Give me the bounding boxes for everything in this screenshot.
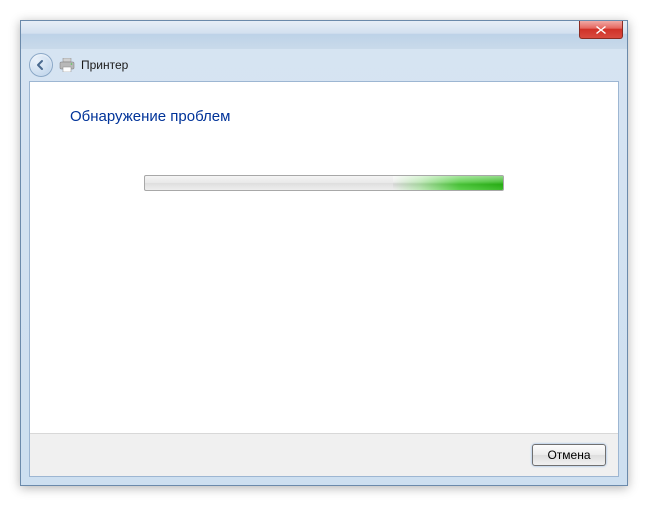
progress-container: [70, 175, 578, 191]
close-icon: [595, 25, 607, 35]
back-arrow-icon: [35, 59, 47, 71]
window-title: Принтер: [81, 58, 128, 72]
back-button[interactable]: [29, 53, 53, 77]
close-button[interactable]: [579, 21, 623, 39]
titlebar: [21, 21, 627, 49]
footer: Отмена: [30, 433, 618, 476]
troubleshooter-window: Принтер Обнаружение проблем Отмена: [20, 20, 628, 486]
navbar: Принтер: [21, 49, 627, 81]
main-content: Обнаружение проблем: [30, 82, 618, 433]
page-heading: Обнаружение проблем: [70, 108, 578, 125]
progress-bar: [144, 175, 504, 191]
cancel-button[interactable]: Отмена: [532, 444, 606, 466]
printer-icon: [59, 58, 75, 72]
progress-fill: [393, 176, 503, 190]
content-area: Обнаружение проблем Отмена: [29, 81, 619, 477]
